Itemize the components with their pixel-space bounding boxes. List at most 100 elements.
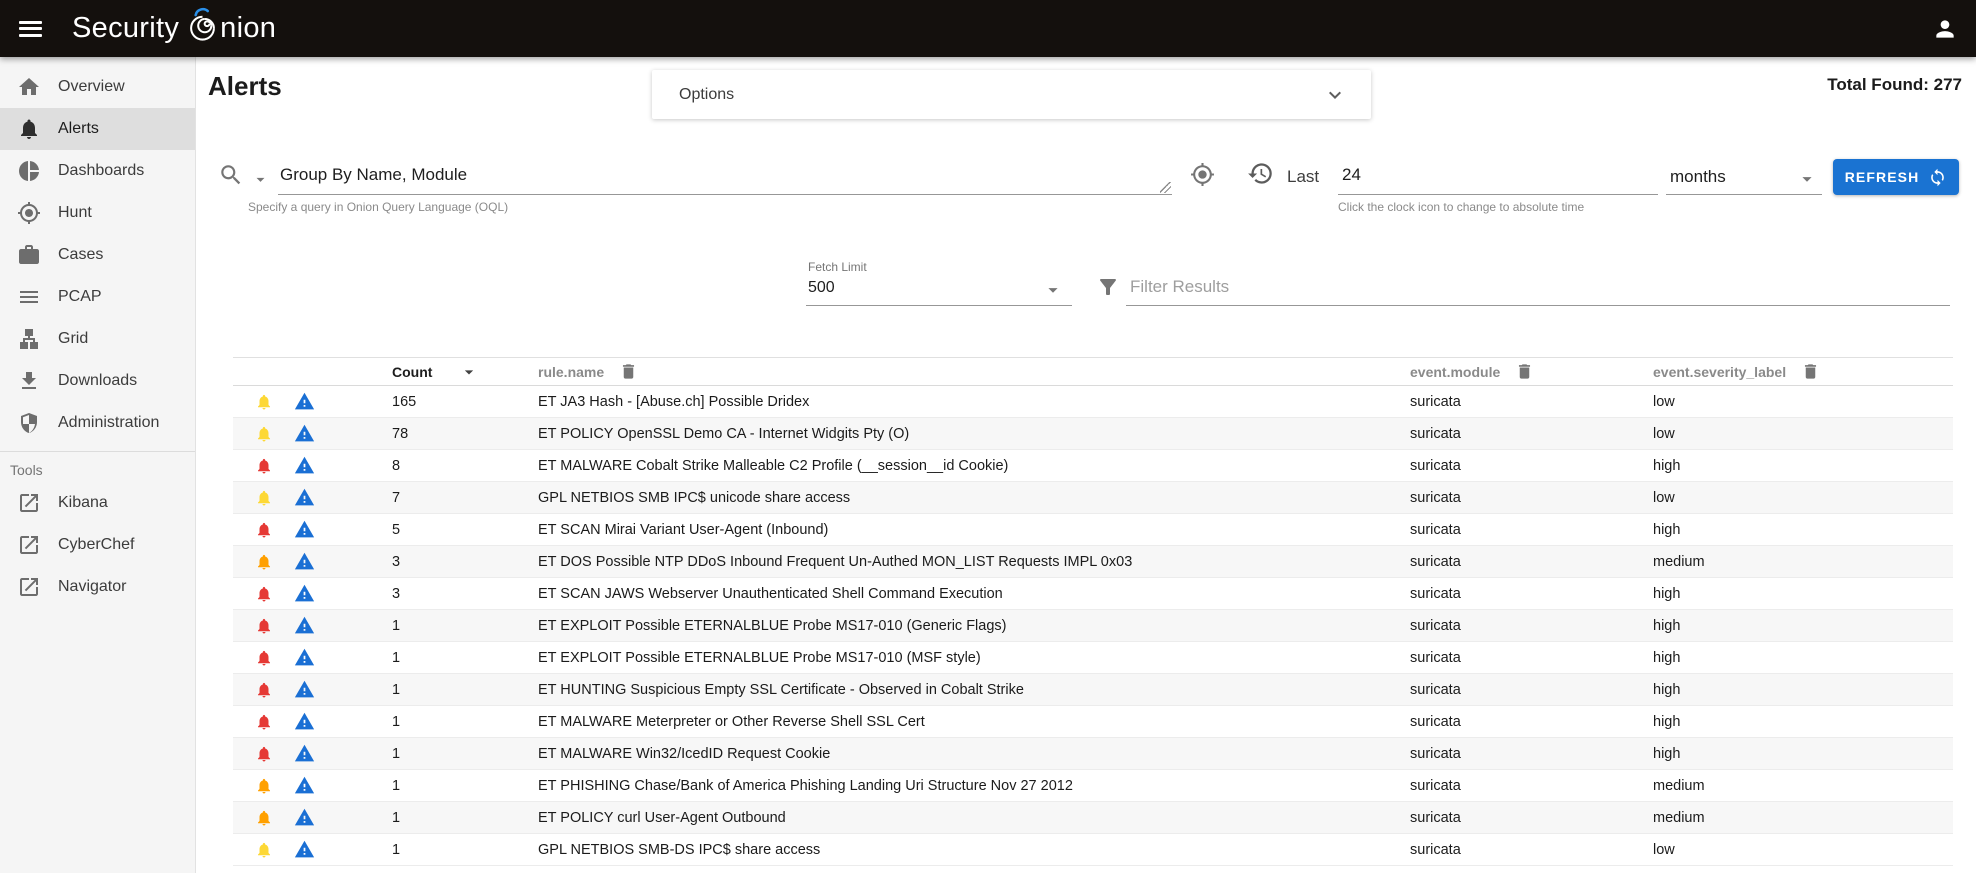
tools-item-kibana[interactable]: Kibana [0, 482, 195, 524]
search-icon[interactable] [218, 162, 244, 188]
units-select[interactable]: months [1670, 167, 1726, 187]
sidebar-item-downloads[interactable]: Downloads [0, 360, 195, 402]
rule-name-cell[interactable]: ET POLICY OpenSSL Demo CA - Internet Wid… [538, 426, 1410, 442]
sidebar-item-grid[interactable]: Grid [0, 318, 195, 360]
event-module-cell[interactable]: suricata [1410, 426, 1653, 442]
remove-column-event-severity-label-icon[interactable] [1801, 362, 1820, 381]
severity-label-cell[interactable]: low [1653, 842, 1953, 858]
user-account-icon[interactable] [1932, 16, 1958, 42]
column-header-count[interactable]: Count [383, 362, 538, 382]
rule-name-cell[interactable]: ET PHISHING Chase/Bank of America Phishi… [538, 778, 1410, 794]
alert-warning-icon[interactable] [294, 551, 315, 572]
sidebar-item-administration[interactable]: Administration [0, 402, 195, 444]
alert-warning-icon[interactable] [294, 615, 315, 636]
crosshair-icon[interactable] [1190, 162, 1215, 187]
column-header-event-module[interactable]: event.module [1410, 362, 1653, 381]
history-clock-icon[interactable] [1247, 160, 1274, 187]
severity-bell-icon[interactable] [255, 681, 273, 699]
alert-warning-icon[interactable] [294, 679, 315, 700]
event-module-cell[interactable]: suricata [1410, 650, 1653, 666]
count-cell[interactable]: 5 [383, 522, 538, 538]
severity-bell-icon[interactable] [255, 713, 273, 731]
severity-label-cell[interactable]: medium [1653, 810, 1953, 826]
query-dropdown-icon[interactable] [251, 170, 270, 189]
rule-name-cell[interactable]: ET DOS Possible NTP DDoS Inbound Frequen… [538, 554, 1410, 570]
severity-bell-icon[interactable] [255, 809, 273, 827]
rule-name-cell[interactable]: ET EXPLOIT Possible ETERNALBLUE Probe MS… [538, 650, 1410, 666]
severity-label-cell[interactable]: high [1653, 586, 1953, 602]
severity-bell-icon[interactable] [255, 777, 273, 795]
event-module-cell[interactable]: suricata [1410, 842, 1653, 858]
event-module-cell[interactable]: suricata [1410, 554, 1653, 570]
severity-bell-icon[interactable] [255, 425, 273, 443]
fetch-limit-dropdown-arrow-icon[interactable] [1042, 279, 1064, 301]
sidebar-item-alerts[interactable]: Alerts [0, 108, 195, 150]
event-module-cell[interactable]: suricata [1410, 746, 1653, 762]
rule-name-cell[interactable]: ET JA3 Hash - [Abuse.ch] Possible Dridex [538, 394, 1410, 410]
count-cell[interactable]: 1 [383, 618, 538, 634]
alert-warning-icon[interactable] [294, 487, 315, 508]
count-cell[interactable]: 8 [383, 458, 538, 474]
refresh-button[interactable]: REFRESH [1833, 159, 1959, 195]
rule-name-cell[interactable]: ET HUNTING Suspicious Empty SSL Certific… [538, 682, 1410, 698]
table-row[interactable]: 1 GPL NETBIOS SMB-DS IPC$ share access s… [233, 834, 1953, 866]
filter-results-input[interactable] [1130, 277, 1930, 297]
alert-warning-icon[interactable] [294, 807, 315, 828]
tools-item-cyberchef[interactable]: CyberChef [0, 524, 195, 566]
event-module-cell[interactable]: suricata [1410, 714, 1653, 730]
column-header-event-severity-label[interactable]: event.severity_label [1653, 362, 1953, 381]
severity-bell-icon[interactable] [255, 553, 273, 571]
sidebar-item-pcap[interactable]: PCAP [0, 276, 195, 318]
menu-icon[interactable] [19, 21, 42, 37]
options-panel[interactable]: Options [652, 70, 1371, 119]
duration-input[interactable] [1342, 165, 1642, 185]
rule-name-cell[interactable]: ET MALWARE Cobalt Strike Malleable C2 Pr… [538, 458, 1410, 474]
table-row[interactable]: 8 ET MALWARE Cobalt Strike Malleable C2 … [233, 450, 1953, 482]
alert-warning-icon[interactable] [294, 775, 315, 796]
severity-label-cell[interactable]: high [1653, 746, 1953, 762]
table-row[interactable]: 1 ET EXPLOIT Possible ETERNALBLUE Probe … [233, 642, 1953, 674]
table-row[interactable]: 3 ET SCAN JAWS Webserver Unauthenticated… [233, 578, 1953, 610]
sidebar-item-dashboards[interactable]: Dashboards [0, 150, 195, 192]
alert-warning-icon[interactable] [294, 743, 315, 764]
event-module-cell[interactable]: suricata [1410, 458, 1653, 474]
alert-warning-icon[interactable] [294, 391, 315, 412]
remove-column-event-module-icon[interactable] [1515, 362, 1534, 381]
count-cell[interactable]: 1 [383, 746, 538, 762]
event-module-cell[interactable]: suricata [1410, 810, 1653, 826]
alert-warning-icon[interactable] [294, 711, 315, 732]
sidebar-item-cases[interactable]: Cases [0, 234, 195, 276]
sidebar-item-hunt[interactable]: Hunt [0, 192, 195, 234]
severity-label-cell[interactable]: medium [1653, 554, 1953, 570]
alert-warning-icon[interactable] [294, 423, 315, 444]
query-input[interactable] [280, 165, 1160, 185]
sidebar-item-overview[interactable]: Overview [0, 66, 195, 108]
severity-bell-icon[interactable] [255, 617, 273, 635]
event-module-cell[interactable]: suricata [1410, 618, 1653, 634]
event-module-cell[interactable]: suricata [1410, 394, 1653, 410]
severity-label-cell[interactable]: high [1653, 650, 1953, 666]
sort-descending-icon[interactable] [459, 362, 479, 382]
count-cell[interactable]: 1 [383, 810, 538, 826]
severity-label-cell[interactable]: high [1653, 714, 1953, 730]
remove-column-rule-name-icon[interactable] [619, 362, 638, 381]
table-row[interactable]: 1 ET PHISHING Chase/Bank of America Phis… [233, 770, 1953, 802]
severity-label-cell[interactable]: medium [1653, 778, 1953, 794]
severity-bell-icon[interactable] [255, 585, 273, 603]
rule-name-cell[interactable]: ET EXPLOIT Possible ETERNALBLUE Probe MS… [538, 618, 1410, 634]
severity-bell-icon[interactable] [255, 521, 273, 539]
count-cell[interactable]: 1 [383, 778, 538, 794]
table-row[interactable]: 78 ET POLICY OpenSSL Demo CA - Internet … [233, 418, 1953, 450]
table-row[interactable]: 1 ET HUNTING Suspicious Empty SSL Certif… [233, 674, 1953, 706]
rule-name-cell[interactable]: GPL NETBIOS SMB-DS IPC$ share access [538, 842, 1410, 858]
units-dropdown-arrow-icon[interactable] [1796, 168, 1818, 190]
alert-warning-icon[interactable] [294, 647, 315, 668]
alert-warning-icon[interactable] [294, 455, 315, 476]
table-row[interactable]: 165 ET JA3 Hash - [Abuse.ch] Possible Dr… [233, 386, 1953, 418]
query-resize-handle[interactable] [1160, 182, 1171, 193]
severity-bell-icon[interactable] [255, 489, 273, 507]
severity-label-cell[interactable]: high [1653, 618, 1953, 634]
table-row[interactable]: 1 ET MALWARE Win32/IcedID Request Cookie… [233, 738, 1953, 770]
chevron-down-icon[interactable] [1323, 83, 1347, 107]
rule-name-cell[interactable]: ET POLICY curl User-Agent Outbound [538, 810, 1410, 826]
